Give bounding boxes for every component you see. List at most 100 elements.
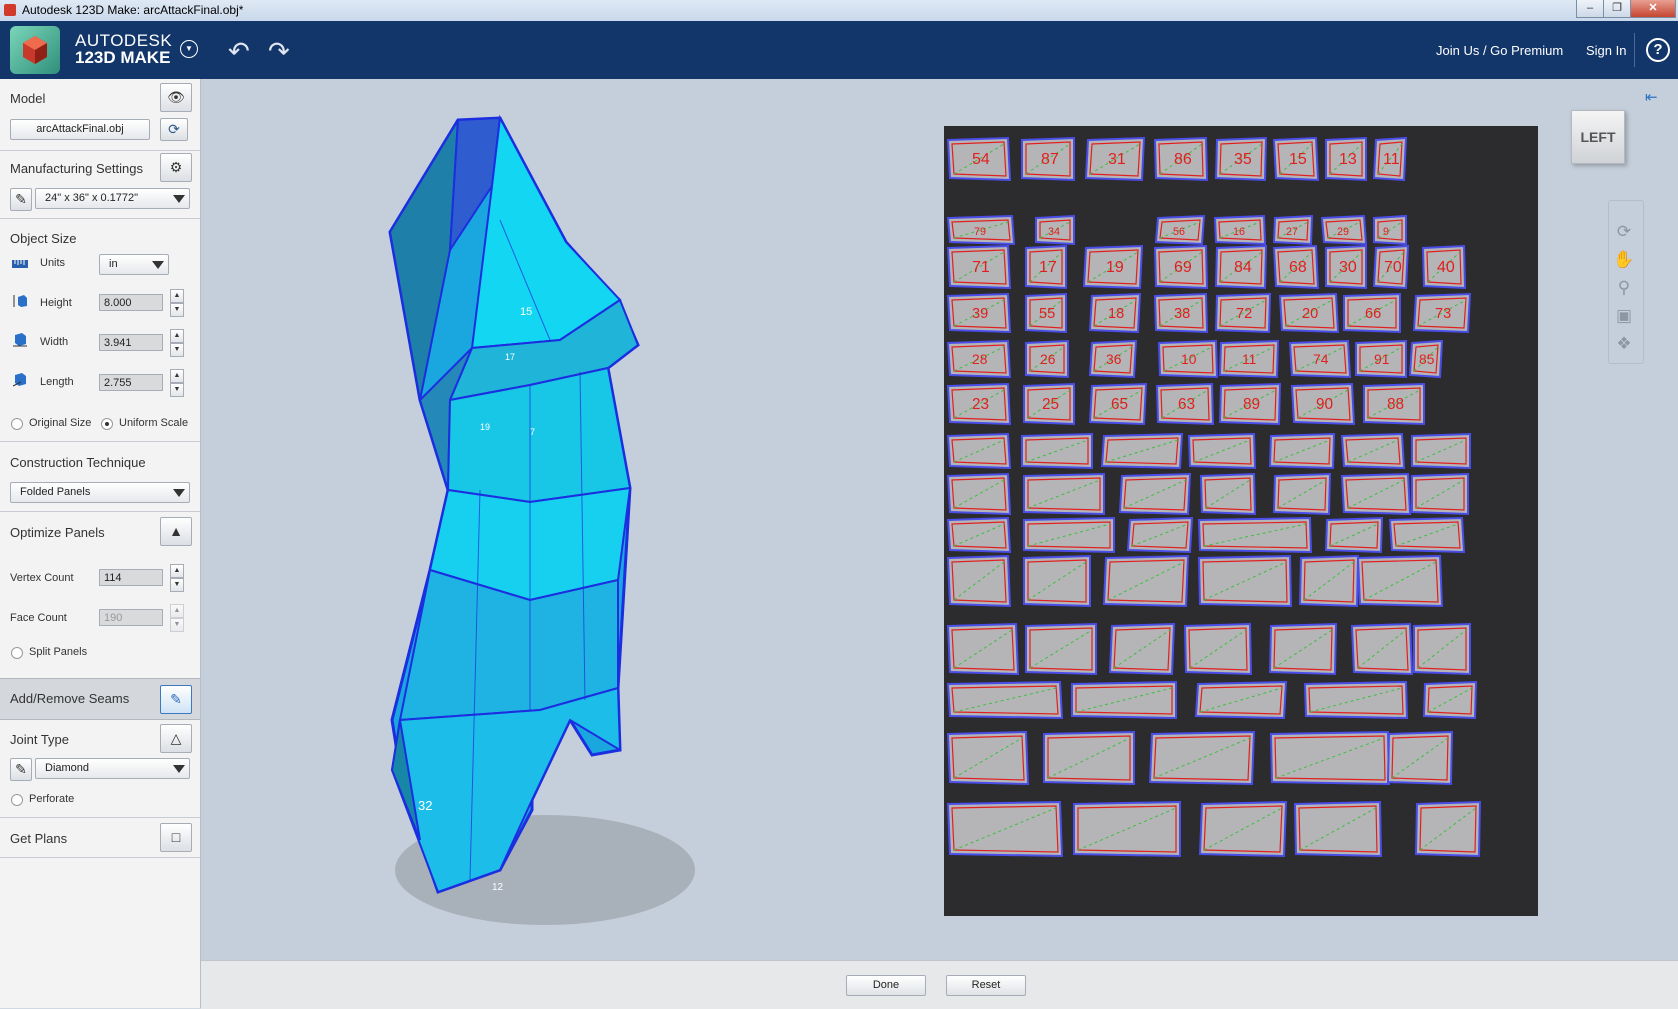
model-3d-view[interactable]: 15 17 19 7 32 12 — [380, 110, 720, 960]
sheet-part[interactable] — [1108, 622, 1176, 676]
sheet-part[interactable] — [946, 622, 1020, 676]
refresh-icon[interactable]: ⟳ — [160, 118, 188, 141]
uniform-scale-radio[interactable] — [101, 418, 113, 430]
part-label: 74 — [1313, 351, 1329, 367]
sheet-part[interactable] — [1023, 554, 1091, 608]
stepper-up-icon[interactable]: ▲ — [170, 369, 184, 383]
sheet-part[interactable] — [1269, 730, 1391, 786]
sheet-part[interactable] — [1148, 730, 1256, 786]
edit-pencil-icon[interactable]: ✎ — [10, 188, 32, 211]
height-stepper[interactable]: ▲ ▼ — [170, 289, 184, 317]
part-label: 84 — [1234, 259, 1252, 276]
stepper-up-icon: ▲ — [170, 604, 184, 618]
stepper-up-icon[interactable]: ▲ — [170, 329, 184, 343]
join-premium-link[interactable]: Join Us / Go Premium — [1436, 43, 1563, 58]
split-panels-checkbox[interactable] — [11, 647, 23, 659]
done-button[interactable]: Done — [846, 975, 926, 996]
part-label: 25 — [1042, 396, 1059, 413]
stepper-down-icon[interactable]: ▼ — [170, 578, 184, 592]
minimize-icon[interactable]: – — [1576, 0, 1604, 18]
edit-pencil-icon[interactable]: ✎ — [10, 758, 32, 781]
zoom-icon[interactable]: ⚲ — [1613, 278, 1635, 298]
height-label: Height — [40, 297, 72, 309]
eye-icon[interactable]: 👁 — [160, 83, 192, 112]
panel-pin-icon[interactable]: ⇤ — [1645, 88, 1658, 106]
document-icon[interactable]: □ — [160, 823, 192, 852]
part-label: 36 — [1106, 351, 1122, 367]
sheet-part[interactable] — [1268, 622, 1338, 676]
sign-in-link[interactable]: Sign In — [1586, 43, 1626, 58]
seams-icon[interactable]: ✎ — [160, 685, 192, 714]
length-stepper[interactable]: ▲ ▼ — [170, 369, 184, 397]
stepper-down-icon[interactable]: ▼ — [170, 303, 184, 317]
reset-button[interactable]: Reset — [946, 975, 1026, 996]
pan-hand-icon[interactable]: ✋ — [1613, 250, 1635, 270]
restore-icon[interactable]: ❐ — [1603, 0, 1631, 18]
app-menu-icon[interactable]: ▼ — [180, 40, 198, 58]
orbit-icon[interactable]: ⟳ — [1613, 222, 1635, 242]
height-input[interactable]: 8.000 — [99, 294, 163, 311]
face-count-label: Face Count — [10, 612, 67, 624]
undo-icon[interactable]: ↶ — [228, 36, 250, 67]
get-plans-title: Get Plans — [10, 831, 68, 846]
part-label: 16 — [1233, 226, 1245, 238]
part-label: 70 — [1384, 259, 1402, 276]
sheet-part[interactable] — [1356, 554, 1444, 608]
view-cube[interactable]: LEFT — [1571, 110, 1625, 164]
part-label: 20 — [1302, 306, 1318, 322]
units-select[interactable]: in — [99, 254, 169, 275]
model-file-field[interactable]: arcAttackFinal.obj — [10, 119, 150, 140]
gear-icon[interactable]: ⚙ — [160, 153, 192, 182]
joint-type-icon[interactable]: △ — [160, 724, 192, 753]
vertex-count-label: Vertex Count — [10, 572, 74, 584]
part-label: 34 — [1048, 226, 1060, 238]
stepper-up-icon[interactable]: ▲ — [170, 289, 184, 303]
vertex-count-stepper[interactable]: ▲ ▼ — [170, 564, 184, 592]
help-icon[interactable]: ? — [1646, 38, 1670, 62]
part-label: 18 — [1108, 306, 1124, 322]
seams-title: Add/Remove Seams — [10, 691, 130, 706]
construction-select[interactable]: Folded Panels — [10, 482, 190, 503]
sheet-part[interactable] — [1197, 554, 1293, 608]
sheet-part[interactable] — [1386, 730, 1454, 786]
stepper-down-icon[interactable]: ▼ — [170, 343, 184, 357]
sheet-part[interactable] — [1414, 800, 1482, 858]
fit-view-icon[interactable]: ▣ — [1613, 306, 1635, 326]
stepper-down-icon[interactable]: ▼ — [170, 383, 184, 397]
construction-value: Folded Panels — [20, 486, 91, 498]
part-label: 56 — [1173, 226, 1185, 238]
sheet-part[interactable] — [946, 730, 1030, 786]
part-label: 63 — [1178, 396, 1195, 413]
part-label: 31 — [1108, 151, 1126, 168]
original-size-radio[interactable] — [11, 418, 23, 430]
close-icon[interactable]: ✕ — [1630, 0, 1676, 18]
joint-type-select[interactable]: Diamond — [35, 758, 190, 779]
part-label: 72 — [1236, 306, 1252, 322]
sheet-size-select[interactable]: 24" x 36" x 0.1772" — [35, 188, 190, 209]
window-title-bar: Autodesk 123D Make: arcAttackFinal.obj* … — [0, 0, 1678, 22]
part-label: 9 — [1383, 226, 1389, 238]
stepper-up-icon[interactable]: ▲ — [170, 564, 184, 578]
divider — [0, 150, 200, 151]
part-label: 23 — [972, 396, 989, 413]
length-input[interactable]: 2.755 — [99, 374, 163, 391]
window-title: Autodesk 123D Make: arcAttackFinal.obj* — [22, 3, 244, 17]
joint-type-value: Diamond — [45, 762, 90, 774]
view-cube-toggle-icon[interactable]: ❖ — [1613, 334, 1635, 354]
perforate-label: Perforate — [29, 793, 75, 805]
redo-icon[interactable]: ↷ — [268, 36, 290, 67]
width-input[interactable]: 3.941 — [99, 334, 163, 351]
header-divider — [1634, 33, 1635, 67]
sheet-part[interactable] — [1073, 800, 1181, 858]
vertex-count-input[interactable]: 114 — [99, 569, 163, 586]
sheet-part[interactable] — [1043, 730, 1135, 786]
optimize-icon[interactable]: ▲ — [160, 517, 192, 546]
part-label: 38 — [1174, 306, 1190, 322]
perforate-checkbox[interactable] — [11, 794, 23, 806]
face-count-stepper: ▲ ▼ — [170, 604, 184, 632]
width-stepper[interactable]: ▲ ▼ — [170, 329, 184, 357]
split-panels-label: Split Panels — [29, 646, 88, 658]
logo-cube-icon — [23, 36, 47, 64]
divider — [0, 441, 200, 442]
sheet-part[interactable] — [1183, 622, 1253, 676]
